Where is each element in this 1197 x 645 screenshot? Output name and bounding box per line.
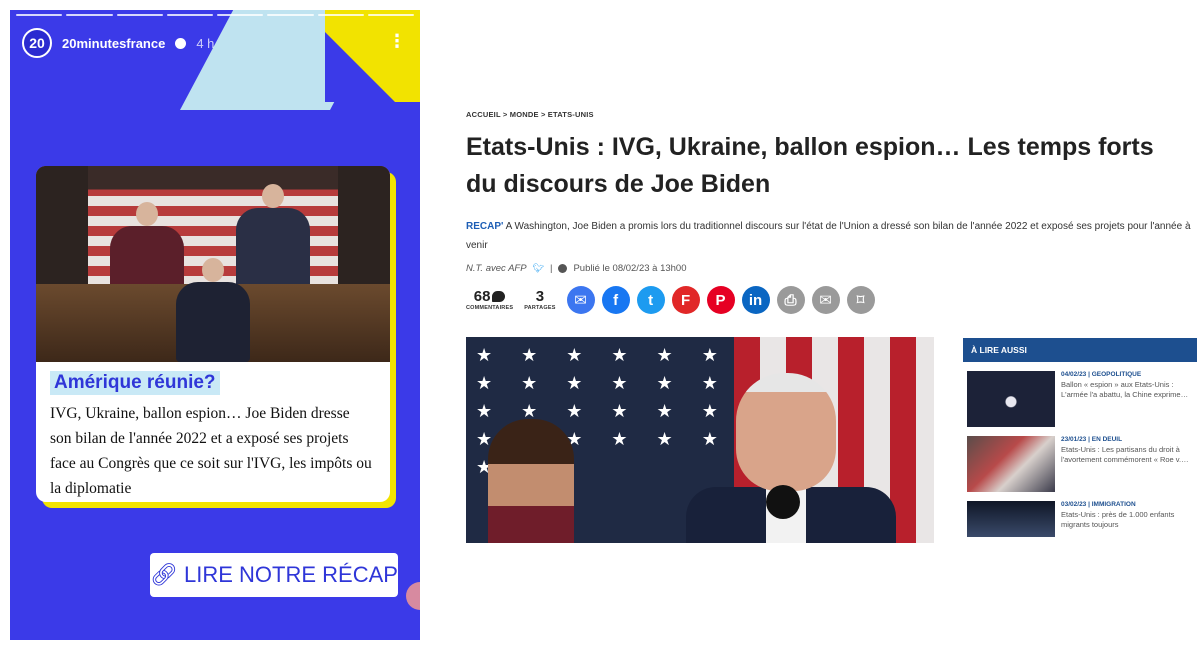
- progress-segment: [66, 14, 113, 16]
- related-title: À LIRE AUSSI: [963, 338, 1197, 362]
- share-buttons: ✉ f t F Pin ⎙ ✉ ⌑: [566, 286, 875, 314]
- related-category: 23/01/23 | EN DEUIL: [1061, 436, 1123, 443]
- story-username[interactable]: 20minutesfrance: [62, 36, 165, 51]
- bookmark-icon[interactable]: ⌑: [846, 286, 875, 314]
- related-text[interactable]: Ballon « espion » aux Etats-Unis : L'arm…: [1061, 380, 1191, 400]
- reaction-bubble-icon[interactable]: [406, 582, 420, 610]
- microphone: [766, 485, 800, 519]
- photo-figure: [176, 282, 250, 362]
- article-hero-image: ★ ★ ★ ★ ★ ★ ★ ★ ★ ★ ★ ★ ★ ★ ★ ★ ★ ★ ★ ★ …: [466, 337, 934, 543]
- comments-label: COMMENTAIRES: [466, 304, 514, 311]
- email-icon[interactable]: ✉: [811, 286, 840, 314]
- shares-count: 3 PARTAGES: [524, 289, 555, 312]
- byline: N.T. avec AFP 🐦︎ | Publié le 08/02/23 à …: [466, 263, 1197, 274]
- photo-figure-head: [202, 258, 224, 282]
- comment-bubble-icon: [492, 291, 506, 303]
- share-bar: 68 COMMENTAIRES 3 PARTAGES ✉ f t F Pin ⎙ ✉ ⌑: [466, 286, 1197, 314]
- congress-photo: [36, 166, 390, 362]
- comments-number: 68: [473, 287, 491, 305]
- instagram-story[interactable]: 20 20minutesfrance 4 h ⋮ Amérique réunie…: [10, 10, 420, 640]
- clock-icon: [558, 264, 568, 273]
- article-lead-text: A Washington, Joe Biden a promis lors du…: [466, 221, 1191, 251]
- article-title: Etats-Unis : IVG, Ukraine, ballon espion…: [466, 133, 1154, 198]
- twitter-icon[interactable]: t: [636, 286, 665, 314]
- verified-badge-icon: [175, 37, 187, 49]
- read-recap-label: LIRE NOTRE RÉCAP: [184, 562, 398, 587]
- progress-segment: [16, 14, 63, 16]
- progress-segment: [217, 14, 264, 16]
- shares-label: PARTAGES: [524, 304, 556, 311]
- photo-figure-head: [262, 184, 284, 208]
- progress-segment: [317, 14, 364, 16]
- recap-label: RECAP': [466, 221, 504, 232]
- story-body-text: IVG, Ukraine, ballon espion… Joe Biden d…: [50, 405, 372, 497]
- related-text[interactable]: Etats-Unis : Les partisans du droit à l'…: [1061, 445, 1191, 465]
- story-time: 4 h: [196, 35, 215, 51]
- shares-number: 3: [535, 287, 545, 305]
- related-articles: À LIRE AUSSI 04/02/23 | GEOPOLITIQUE Bal…: [963, 338, 1197, 544]
- linkedin-icon[interactable]: in: [741, 286, 770, 314]
- comments-count[interactable]: 68 COMMENTAIRES: [466, 289, 513, 312]
- author[interactable]: N.T. avec AFP: [466, 263, 527, 274]
- messenger-icon[interactable]: ✉: [566, 286, 595, 314]
- print-icon[interactable]: ⎙: [776, 286, 805, 314]
- photo-figure-head: [136, 202, 158, 226]
- story-card: Amérique réunie? IVG, Ukraine, ballon es…: [36, 166, 390, 502]
- photo-figure-head: [736, 373, 836, 491]
- progress-segment: [116, 14, 163, 16]
- publish-date: Publié le 08/02/23 à 13h00: [573, 263, 687, 274]
- related-thumbnail[interactable]: [967, 371, 1055, 427]
- related-category: 03/02/23 | IMMIGRATION: [1061, 501, 1136, 508]
- story-kicker: Amérique réunie?: [50, 371, 220, 395]
- byline-separator: |: [549, 263, 553, 274]
- story-headline: Amérique réunie? IVG, Ukraine, ballon es…: [50, 371, 374, 501]
- story-header: 20 20minutesfrance 4 h: [22, 28, 214, 58]
- photo-figure-left: [488, 419, 574, 543]
- facebook-icon[interactable]: f: [601, 286, 630, 314]
- flipboard-icon[interactable]: F: [671, 286, 700, 314]
- related-text[interactable]: Etats-Unis : près de 1.000 enfants migra…: [1061, 510, 1191, 530]
- read-recap-button[interactable]: 🔗︎ LIRE NOTRE RÉCAP: [150, 553, 398, 597]
- related-item[interactable]: 03/02/23 | IMMIGRATION Etats-Unis : près…: [963, 501, 1197, 537]
- more-options-icon[interactable]: ⋮: [388, 32, 406, 50]
- progress-segment: [166, 14, 213, 16]
- related-thumbnail[interactable]: [967, 436, 1055, 492]
- twitter-bird-icon[interactable]: 🐦︎: [533, 263, 544, 274]
- progress-segment: [267, 14, 314, 16]
- progress-segment: [367, 14, 414, 16]
- related-item[interactable]: 04/02/23 | GEOPOLITIQUE Ballon « espion …: [963, 371, 1197, 427]
- related-category: 04/02/23 | GEOPOLITIQUE: [1061, 371, 1142, 378]
- breadcrumb[interactable]: ACCUEIL > MONDE > ETATS-UNIS: [466, 110, 1197, 119]
- pinterest-icon[interactable]: P: [706, 286, 735, 314]
- story-progress-bar: [16, 14, 414, 16]
- article-lead: RECAP' A Washington, Joe Biden a promis …: [466, 217, 1196, 255]
- decorative-shape-yellow: [325, 10, 420, 102]
- avatar[interactable]: 20: [22, 28, 52, 58]
- link-icon: 🔗︎: [150, 562, 178, 587]
- related-item[interactable]: 23/01/23 | EN DEUIL Etats-Unis : Les par…: [963, 436, 1197, 492]
- article-page: ACCUEIL > MONDE > ETATS-UNIS Etats-Unis …: [466, 110, 1197, 550]
- related-thumbnail[interactable]: [967, 501, 1055, 537]
